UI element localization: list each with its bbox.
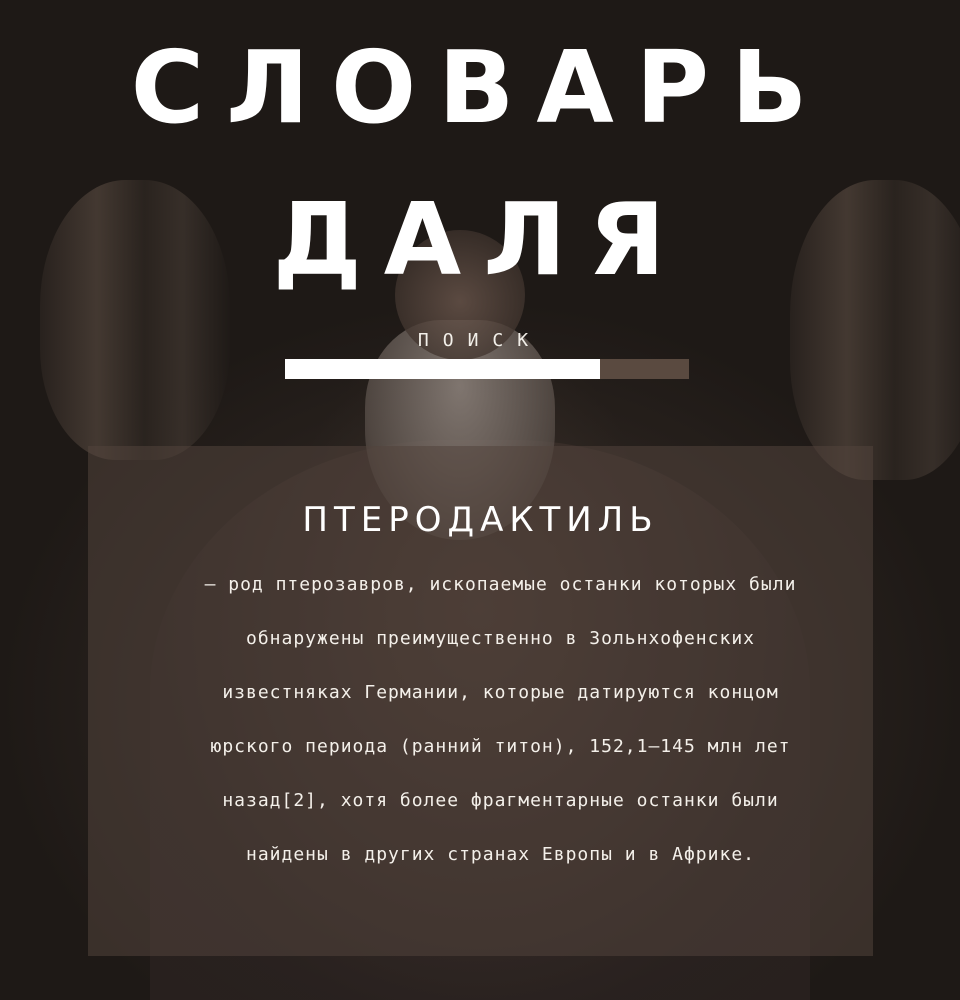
- search-label: ПОИСК: [417, 330, 543, 351]
- definition-card: ПТЕРОДАКТИЛЬ – род птерозавров, ископаем…: [88, 446, 873, 956]
- search-input[interactable]: [285, 359, 689, 379]
- entry-definition: – род птерозавров, ископаемые останки ко…: [204, 574, 797, 865]
- entry-word: ПТЕРОДАКТИЛЬ: [302, 500, 659, 540]
- search-bar-fill: [285, 359, 601, 379]
- page-title-line-1: СЛОВАРЬ: [130, 29, 830, 146]
- page-title-line-2: ДАЛЯ: [272, 181, 688, 298]
